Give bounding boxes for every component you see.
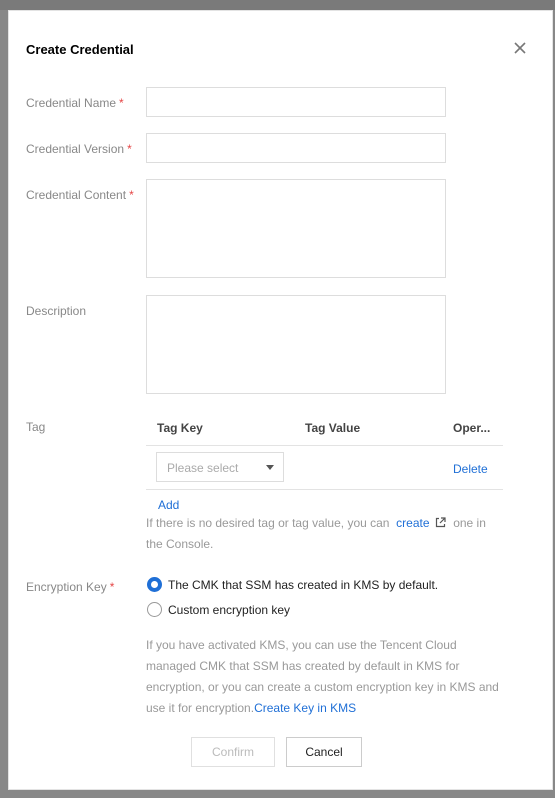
encryption-note-line3: encryption, or you can create a custom e… [146, 680, 499, 694]
encryption-key-label-text: Encryption Key [26, 580, 107, 594]
credential-name-label-text: Credential Name [26, 96, 117, 110]
tag-key-column-header: Tag Key [157, 421, 203, 435]
custom-key-label: Custom encryption key [168, 602, 291, 617]
dialog-title: Create Credential [26, 42, 134, 57]
external-link-icon[interactable] [435, 517, 446, 528]
create-credential-dialog: Create Credential Credential Name * Crede… [8, 10, 553, 790]
tag-hint-suffix: one in [453, 516, 486, 530]
description-label: Description [26, 304, 87, 318]
tag-label: Tag [26, 420, 46, 434]
tag-table: Tag Key Tag Value Oper... Please select … [146, 412, 503, 490]
tag-hint: If there is no desired tag or tag value,… [146, 513, 486, 555]
required-mark: * [109, 580, 115, 594]
encryption-note: If you have activated KMS, you can use t… [146, 635, 499, 719]
tag-row: Please select Delete [146, 446, 503, 490]
tag-key-select[interactable]: Please select [156, 452, 284, 482]
required-mark: * [129, 188, 134, 202]
credential-version-input[interactable] [146, 133, 446, 163]
credential-content-label-text: Credential Content [26, 188, 127, 202]
credential-name-input[interactable] [146, 87, 446, 117]
create-tag-link[interactable]: create [396, 516, 429, 530]
tag-table-header: Tag Key Tag Value Oper... [146, 412, 503, 446]
custom-key-radio-option[interactable]: Custom encryption key [147, 602, 290, 617]
add-tag-link[interactable]: Add [158, 498, 179, 512]
credential-version-label: Credential Version * [26, 142, 132, 156]
encryption-note-line2: managed CMK that SSM has created by defa… [146, 659, 460, 673]
confirm-button[interactable]: Confirm [191, 737, 275, 767]
tag-key-select-placeholder: Please select [167, 461, 239, 475]
backdrop [0, 0, 555, 10]
credential-name-label: Credential Name * [26, 96, 124, 110]
encryption-note-line1: If you have activated KMS, you can use t… [146, 638, 457, 652]
delete-tag-link[interactable]: Delete [453, 462, 488, 476]
required-mark: * [127, 142, 132, 156]
encryption-key-label: Encryption Key * [26, 580, 114, 594]
radio-unchecked-icon[interactable] [147, 602, 162, 617]
description-textarea[interactable] [146, 295, 446, 394]
encryption-note-line4: use it for encryption. [146, 701, 255, 715]
credential-content-label: Credential Content * [26, 188, 134, 202]
operation-column-header: Oper... [453, 421, 491, 435]
tag-hint-prefix: If there is no desired tag or tag value,… [146, 516, 390, 530]
default-cmk-label: The CMK that SSM has created in KMS by d… [168, 577, 439, 592]
radio-checked-icon[interactable] [147, 577, 162, 592]
credential-content-textarea[interactable] [146, 179, 446, 278]
required-mark: * [119, 96, 124, 110]
credential-version-label-text: Credential Version [26, 142, 125, 156]
default-cmk-radio-option[interactable]: The CMK that SSM has created in KMS by d… [147, 577, 438, 592]
create-key-in-kms-link[interactable]: Create Key in KMS [254, 701, 356, 715]
chevron-down-icon [266, 465, 274, 470]
cancel-button[interactable]: Cancel [286, 737, 362, 767]
close-icon[interactable] [511, 39, 529, 57]
tag-value-column-header: Tag Value [305, 421, 361, 435]
tag-hint-line2: the Console. [146, 537, 214, 551]
